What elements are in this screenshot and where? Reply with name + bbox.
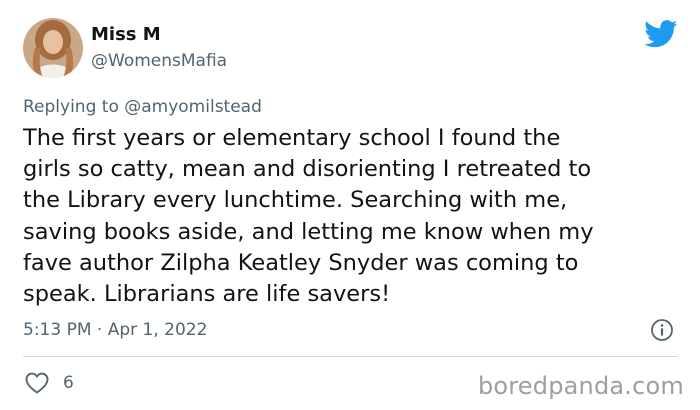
divider [23, 356, 678, 357]
twitter-bird-icon[interactable] [644, 20, 678, 48]
timestamp[interactable]: 5:13 PM · Apr 1, 2022 [23, 318, 207, 342]
tweet-line: speak. Librarians are life savers! [23, 281, 391, 308]
tweet-card: Miss M @WomensMafia Replying to @amyomil… [0, 0, 700, 410]
user-handle[interactable]: @WomensMafia [91, 50, 227, 72]
tweet-line: girls so catty, mean and disorienting I … [23, 156, 592, 183]
display-name[interactable]: Miss M [91, 24, 161, 46]
avatar[interactable] [23, 18, 83, 78]
heart-icon [25, 372, 49, 394]
tweet-line: fave author Zilpha Keatley Snyder was co… [23, 249, 579, 276]
like-count: 6 [63, 373, 74, 393]
like-button[interactable]: 6 [25, 371, 74, 395]
tweet-line: The first years or elementary school I f… [23, 125, 561, 151]
info-icon[interactable] [650, 318, 674, 342]
watermark: boredpanda.com [477, 372, 684, 400]
replying-to[interactable]: Replying to @amyomilstead [23, 96, 262, 118]
tweet-line: the Library every lunchtime. Searching w… [23, 187, 568, 214]
tweet-line: saving books aside, and letting me know … [23, 218, 594, 245]
tweet-text: The first years or elementary school I f… [23, 123, 688, 310]
